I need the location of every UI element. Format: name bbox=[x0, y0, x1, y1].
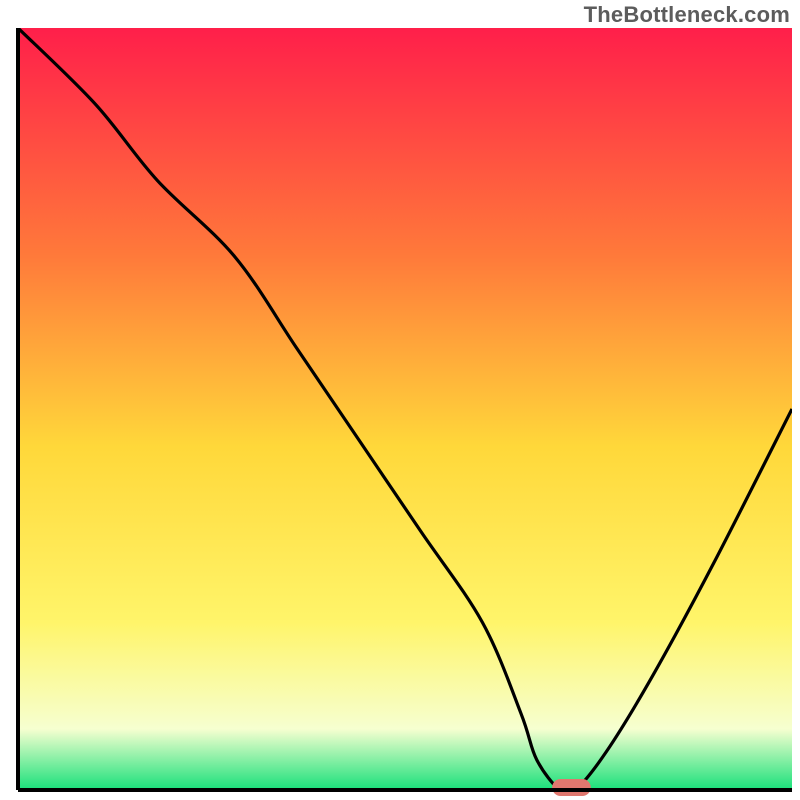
optimal-marker bbox=[552, 779, 591, 796]
chart-stage: TheBottleneck.com bbox=[0, 0, 800, 800]
gradient-background bbox=[18, 28, 792, 790]
bottleneck-chart bbox=[0, 0, 800, 800]
